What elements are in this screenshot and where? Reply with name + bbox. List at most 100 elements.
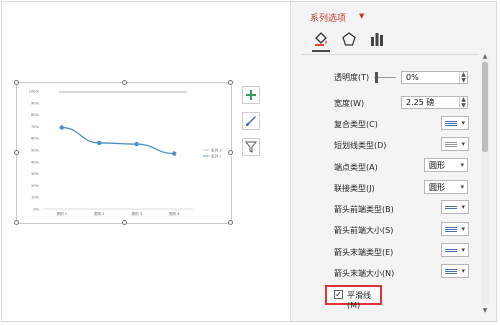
chart[interactable]: 0% 10% 20% 30% 40% 50% 60% 70% 80% 90% 100% 类别 1 类别 … [14,80,233,225]
chevron-down-icon: ▼ [359,12,365,20]
prop-label: 宽度(W) [334,99,365,108]
transparency-spinner[interactable]: ▲ ▼ [459,72,467,85]
chevron-down-icon: ▾ [460,161,464,169]
cap-type-dropdown[interactable]: 圆形 ▾ [424,158,468,172]
y-tick-label: 70% [31,125,40,129]
prop-label: 箭头末端类型(E) [334,248,394,257]
tab-fill-line[interactable] [313,31,329,47]
arrow-style-icon [445,245,457,255]
plus-icon [246,90,256,100]
resize-handle-tl[interactable] [14,80,19,85]
prop-label: 箭头末端大小(N) [334,269,395,278]
chevron-down-icon: ▾ [461,203,465,211]
y-tick-label: 100% [29,90,40,94]
dash-type-dropdown[interactable]: ▾ [441,137,469,151]
panel-tabs [313,31,385,47]
end-arrow-size-dropdown[interactable]: ▾ [441,264,469,278]
x-tick-label: 类别 2 [94,211,105,216]
begin-arrow-size-dropdown[interactable]: ▾ [441,222,469,236]
arrow-size-icon [445,266,457,276]
y-tick-label: 50% [31,149,40,153]
resize-handle-bl[interactable] [14,220,19,225]
arrow-size-icon [445,224,457,234]
prop-label: 箭头前端大小(S) [334,226,394,235]
panel-title-label: 系列选项 [310,14,347,24]
data-point[interactable] [172,151,177,156]
chart-tools [242,86,262,164]
chevron-down-icon: ▾ [461,246,465,254]
compound-type-dropdown[interactable]: ▾ [441,116,469,130]
prop-label: 复合类型(C) [334,120,378,129]
chevron-down-icon: ▾ [461,140,465,148]
panel-divider [301,54,479,55]
y-tick-label: 60% [31,137,40,141]
resize-handle-ml[interactable] [14,150,19,155]
bar-chart-icon [371,33,383,46]
slide-area: 0% 10% 20% 30% 40% 50% 60% 70% 80% 90% 100% 类别 1 类别 … [2,2,290,321]
chart-elements-button[interactable] [242,86,260,104]
resize-handle-bc[interactable] [122,220,127,225]
x-tick-label: 类别 4 [169,211,180,216]
scroll-up-icon[interactable]: ▲ [482,53,488,60]
x-tick-label: 类别 3 [131,211,142,216]
end-arrow-type-dropdown[interactable]: ▾ [441,243,469,257]
join-type-dropdown[interactable]: 圆形 ▾ [424,180,468,194]
legend-label: 系列 3 [211,147,222,152]
data-point[interactable] [97,140,102,146]
transparency-field[interactable]: 0% ▲ ▼ [401,71,468,85]
legend-label: 系列 1 [211,153,222,158]
chart-canvas: 0% 10% 20% 30% 40% 50% 60% 70% 80% 90% 100% 类别 1 类别 … [29,90,222,217]
data-point[interactable] [59,125,64,130]
resize-handle-tr[interactable] [228,80,233,85]
width-spinner[interactable]: ▲ ▼ [459,97,467,110]
y-tick-label: 80% [31,113,40,117]
begin-arrow-type-dropdown[interactable]: ▾ [441,200,469,214]
resize-handle-tc[interactable] [122,80,127,85]
y-tick-label: 10% [31,196,40,200]
brush-icon [246,116,256,126]
y-tick-label: 40% [31,160,40,164]
data-point[interactable] [134,141,139,147]
pentagon-icon [342,32,356,46]
width-field[interactable]: 2.25 磅 ▲ ▼ [401,96,468,110]
resize-handle-mr[interactable] [228,150,233,155]
prop-label: 联接类型(J) [334,184,375,193]
scroll-thumb[interactable] [482,62,488,152]
cap-type-value: 圆形 [429,160,445,170]
chart-styles-button[interactable] [242,112,260,130]
prop-label: 短划线类型(D) [334,141,387,150]
panel-scrollbar[interactable]: ▲ ▼ [481,53,489,314]
tab-effects[interactable] [341,31,357,47]
chevron-down-icon: ▾ [460,183,464,191]
series-line[interactable] [61,126,175,155]
format-panel: 系列选项 ▼ 透明度(T) 0% ▲ ▼ 宽度(W) 2.25 磅 ▲ ▼ 复合… [290,2,496,321]
prop-label: 透明度(T) [334,73,370,82]
window: 0% 10% 20% 30% 40% 50% 60% 70% 80% 90% 100% 类别 1 类别 … [1,1,497,322]
join-type-value: 圆形 [429,182,445,192]
y-tick-label: 20% [31,184,40,188]
active-tab-indicator [312,50,330,52]
chevron-down-icon: ▾ [461,225,465,233]
transparency-value: 0% [406,73,419,82]
dash-style-icon [445,139,457,149]
chevron-down-icon: ▾ [461,119,465,127]
transparency-slider-thumb[interactable] [375,72,378,83]
tab-series-options[interactable] [369,31,385,47]
filter-icon [245,141,257,153]
y-tick-label: 0% [33,208,39,212]
x-tick-label: 类别 1 [56,211,67,216]
smooth-line-label: 平滑线(M) [347,291,371,310]
chevron-down-icon: ▾ [461,267,465,275]
prop-label: 端点类型(A) [334,163,378,172]
scroll-down-icon[interactable]: ▼ [482,307,488,314]
panel-title[interactable]: 系列选项 ▼ [310,11,364,24]
y-tick-label: 30% [31,172,40,176]
width-value: 2.25 磅 [406,98,435,107]
smooth-line-highlight[interactable]: ✓ 平滑线(M) [325,285,382,310]
line-style-icon [445,118,457,128]
fill-bucket-icon [315,32,327,46]
prop-label: 箭头前端类型(B) [334,205,394,214]
chart-filters-button[interactable] [242,138,260,156]
resize-handle-br[interactable] [228,220,233,225]
smooth-line-checkbox[interactable]: ✓ [334,290,343,299]
